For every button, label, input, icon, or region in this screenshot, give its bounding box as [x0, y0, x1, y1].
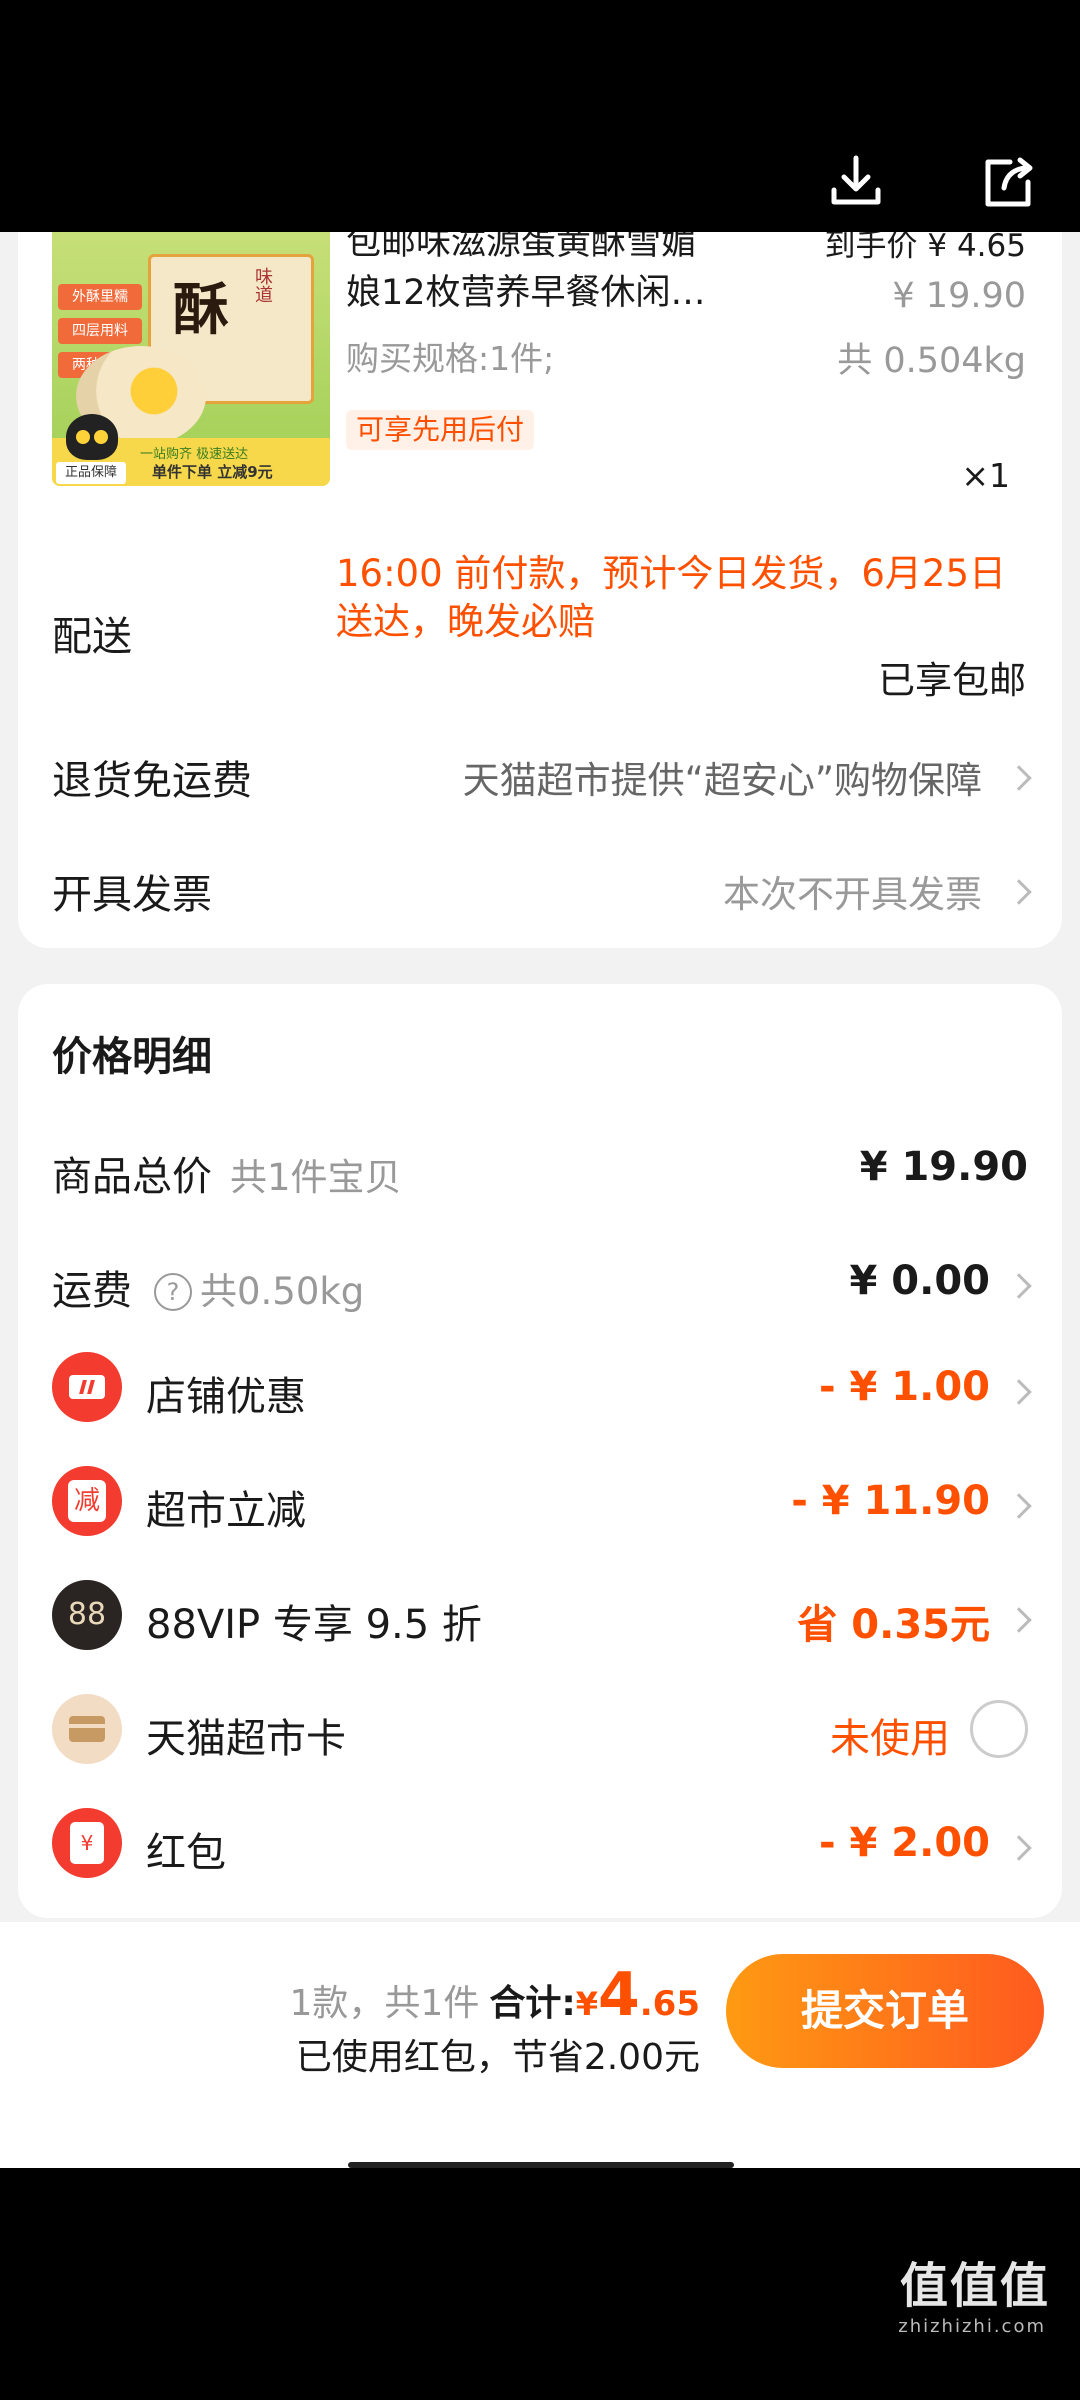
supermarket-cut-label: 超市立减: [146, 1488, 306, 1534]
guarantee-badge: 正品保障: [56, 462, 126, 484]
vip-icon: 88: [52, 1580, 122, 1650]
image-strip-bottom: 单件下单 立减9元: [152, 463, 273, 481]
chevron-right-icon: [1006, 1379, 1032, 1405]
watermark-area: 值值值 zhizhizhi.com: [0, 2168, 1080, 2400]
vip-label: 88VIP 专享 9.5 折: [146, 1602, 482, 1648]
total-decimal: .65: [639, 1984, 700, 2024]
tmall-cat-icon: [66, 414, 118, 460]
quantity: ×1: [961, 456, 1010, 495]
shipping-value: ¥ 0.00: [849, 1258, 990, 1304]
product-title-line: 包邮味滋源蛋黄酥雪媚: [346, 232, 697, 263]
box-sub: 味道: [252, 267, 273, 303]
tmall-card-label: 天猫超市卡: [146, 1716, 346, 1762]
total-integer: 4: [598, 1960, 640, 2030]
help-icon[interactable]: ?: [154, 1273, 192, 1311]
red-packet-value: - ¥ 2.00: [819, 1820, 990, 1866]
invoice-value: 本次不开具发票: [723, 873, 982, 916]
discount-icon: 减: [52, 1466, 122, 1536]
item-count: 1款，共1件: [289, 1983, 480, 2024]
shipping-label-group: 运费? 共0.50kg: [52, 1258, 364, 1316]
vip-value: 省 0.35元: [797, 1602, 990, 1648]
total-label: 合计:: [489, 1983, 576, 2024]
product-image[interactable]: 外酥里糯 四层用料 两种口味 酥 味道 一站购齐 极速送达 单件下单 立减9元 …: [52, 232, 330, 486]
top-action-bar: [0, 0, 1080, 232]
delivery-label: 配送: [52, 614, 132, 660]
order-page: 外酥里糯 四层用料 两种口味 酥 味道 一站购齐 极速送达 单件下单 立减9元 …: [0, 232, 1080, 2168]
checkout-bar: 1款，共1件 合计:¥4.65 已使用红包，节省2.00元 提交订单: [0, 1922, 1080, 2168]
currency-symbol: ¥: [575, 1985, 599, 2023]
shipping-label: 运费: [52, 1268, 132, 1314]
tmall-card-radio[interactable]: [970, 1700, 1028, 1758]
box-word: 酥: [173, 277, 229, 343]
shop-discount-label: 店铺优惠: [146, 1374, 306, 1420]
product-title-line: 娘12枚营养早餐休闲…: [346, 273, 706, 313]
total-value: ¥ 19.90: [859, 1144, 1028, 1190]
tmall-card-value: 未使用: [830, 1716, 950, 1762]
supermarket-cut-value: - ¥ 11.90: [791, 1478, 990, 1524]
original-price: ¥ 19.90: [892, 276, 1026, 316]
pay-later-badge: 可享先用后付: [346, 410, 535, 450]
price-detail-title: 价格明细: [52, 1034, 212, 1080]
invoice-label: 开具发票: [52, 872, 212, 918]
coupon-icon: [52, 1352, 122, 1422]
share-icon[interactable]: [976, 150, 1040, 214]
return-label: 退货免运费: [52, 758, 252, 804]
red-packet-label: 红包: [146, 1830, 226, 1876]
chevron-right-icon: [1006, 1273, 1032, 1299]
order-summary: 1款，共1件 合计:¥4.65: [290, 1960, 700, 2030]
image-tag: 外酥里糯: [58, 284, 142, 310]
chevron-right-icon: [1006, 1835, 1032, 1861]
savings-note: 已使用红包，节省2.00元: [295, 2037, 700, 2078]
shipping-sub: 共0.50kg: [200, 1270, 365, 1313]
final-price: 到手价 ¥ 4.65: [824, 232, 1026, 264]
chevron-right-icon: [1006, 1493, 1032, 1519]
price-detail-card: 价格明细 商品总价 共1件宝贝 ¥ 19.90 运费? 共0.50kg ¥ 0.00…: [18, 984, 1062, 1918]
product-title[interactable]: 包邮味滋源蛋黄酥雪媚 娘12枚营养早餐休闲…: [346, 232, 806, 318]
free-shipping: 已享包邮: [878, 659, 1026, 702]
watermark-site: zhizhizhi.com: [898, 2316, 1046, 2337]
purchase-spec: 购买规格:1件;: [346, 339, 555, 378]
return-value: 天猫超市提供“超安心”购物保障: [462, 759, 982, 802]
chevron-right-icon: [1006, 879, 1032, 905]
product-weight: 共 0.504kg: [837, 341, 1026, 381]
download-icon[interactable]: [824, 150, 888, 214]
chevron-right-icon: [1006, 765, 1032, 791]
image-strip-top: 一站购齐 极速送达: [140, 447, 249, 462]
total-label-group: 商品总价 共1件宝贝: [52, 1144, 402, 1202]
shop-discount-value: - ¥ 1.00: [819, 1364, 990, 1410]
order-item-card: 外酥里糯 四层用料 两种口味 酥 味道 一站购齐 极速送达 单件下单 立减9元 …: [18, 232, 1062, 948]
chevron-right-icon: [1006, 1607, 1032, 1633]
card-icon: [52, 1694, 122, 1764]
image-tag: 四层用料: [58, 318, 142, 344]
delivery-estimate: 16:00 前付款，预计今日发货，6月25日送达，晚发必赔: [336, 552, 1007, 643]
red-packet-icon: ¥: [52, 1808, 122, 1878]
watermark-logo: 值值值: [899, 2258, 1050, 2314]
submit-order-button[interactable]: 提交订单: [726, 1954, 1044, 2068]
total-sub: 共1件宝贝: [230, 1156, 402, 1199]
total-label: 商品总价: [52, 1154, 212, 1200]
